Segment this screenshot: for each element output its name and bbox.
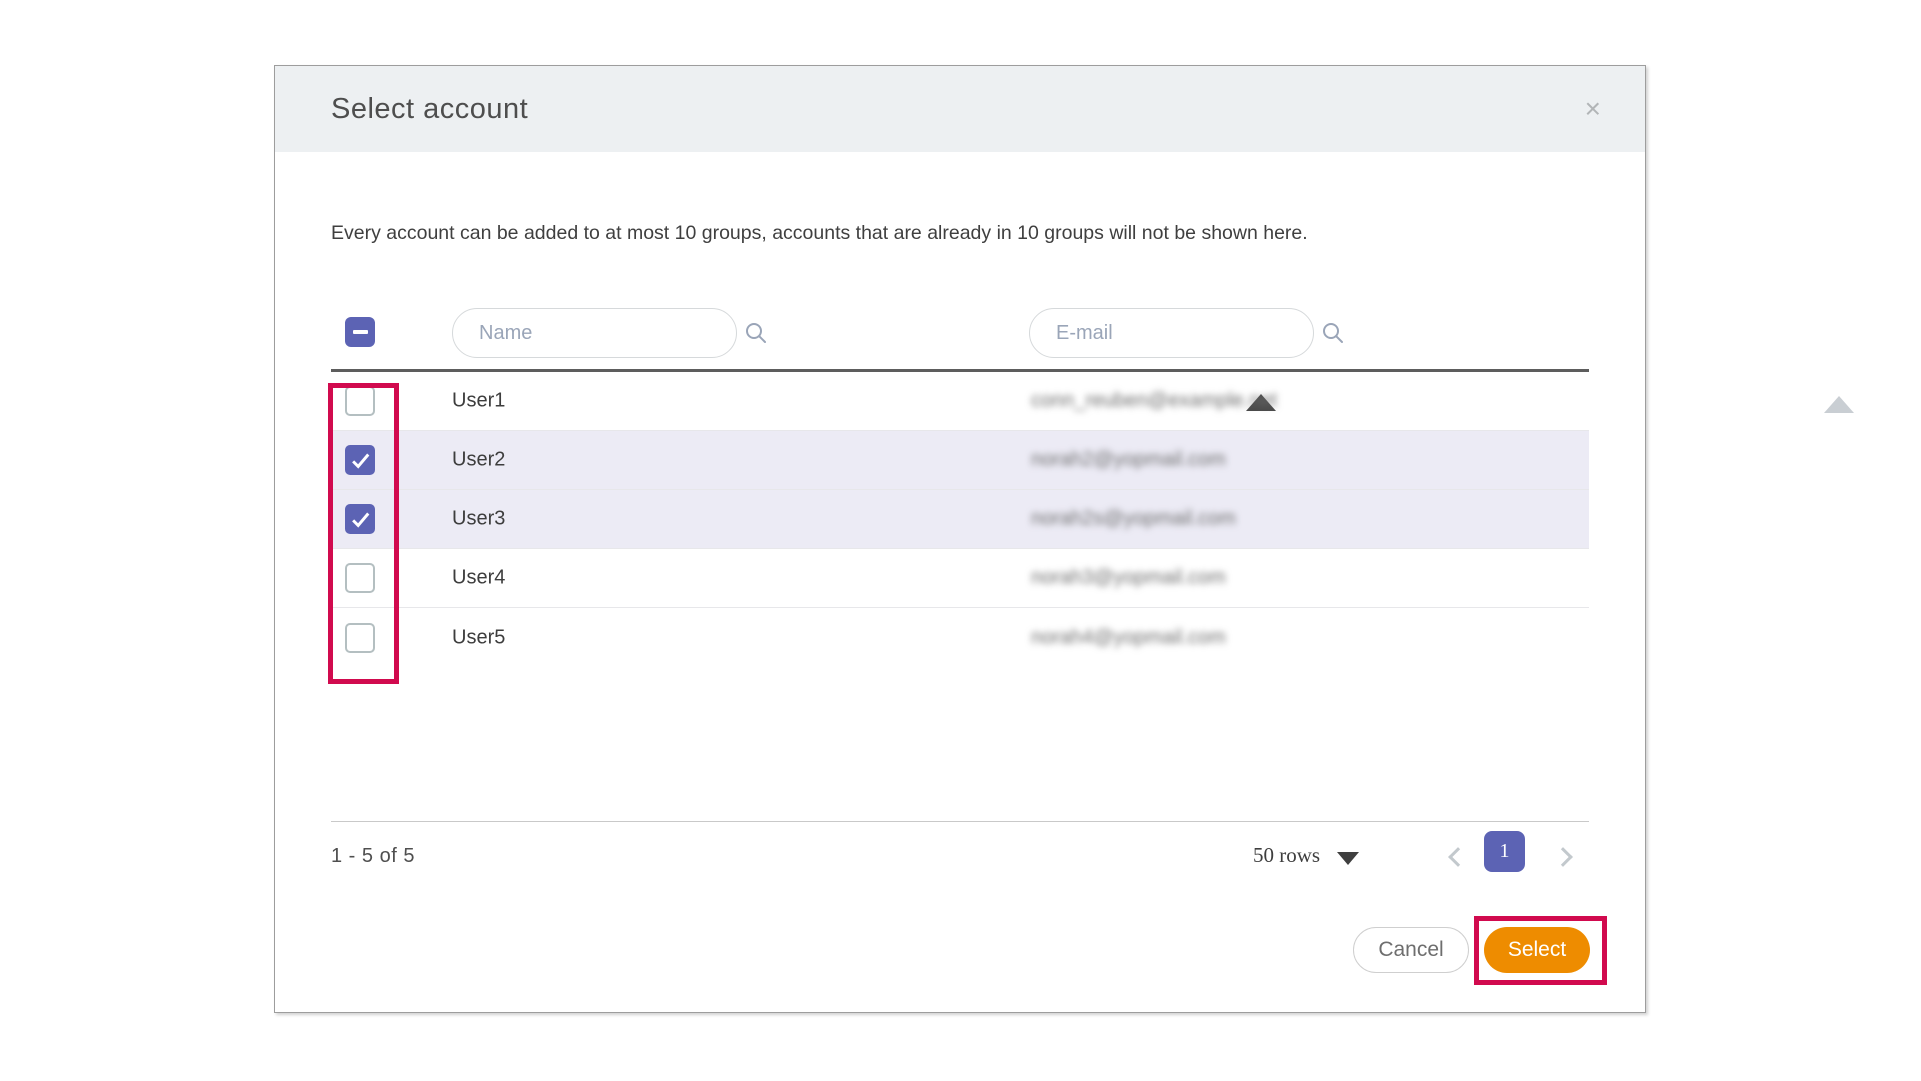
row-email: norah2s@yopmail.com xyxy=(1031,508,1236,531)
row-checkbox[interactable] xyxy=(345,623,375,653)
email-filter-input[interactable] xyxy=(1056,322,1321,345)
row-name: User4 xyxy=(452,567,505,590)
cancel-button[interactable]: Cancel xyxy=(1353,927,1469,973)
next-page-icon[interactable] xyxy=(1553,847,1573,867)
email-filter-field[interactable] xyxy=(1029,308,1314,358)
table-row[interactable]: User4 norah3@yopmail.com xyxy=(331,549,1589,608)
table-row[interactable]: User2 norah2@yopmail.com xyxy=(331,431,1589,490)
check-icon xyxy=(349,508,371,530)
row-email: norah3@yopmail.com xyxy=(1031,567,1226,590)
check-icon xyxy=(349,449,371,471)
email-sort-icon[interactable] xyxy=(1824,396,1854,413)
search-icon xyxy=(1321,321,1345,345)
select-account-dialog: Select account × Every account can be ad… xyxy=(274,65,1646,1013)
chevron-down-icon[interactable] xyxy=(1337,852,1359,865)
table-row[interactable]: User5 norah4@yopmail.com xyxy=(331,608,1589,667)
footer-divider xyxy=(331,821,1589,822)
row-name: User2 xyxy=(452,449,505,472)
select-button[interactable]: Select xyxy=(1484,927,1590,973)
indeterminate-dash-icon xyxy=(353,330,368,334)
row-checkbox[interactable] xyxy=(345,504,375,534)
row-email: norah4@yopmail.com xyxy=(1031,626,1226,649)
page-number-button[interactable]: 1 xyxy=(1484,831,1525,872)
table-row[interactable]: User3 norah2s@yopmail.com xyxy=(331,490,1589,549)
row-checkbox[interactable] xyxy=(345,563,375,593)
select-all-checkbox[interactable] xyxy=(345,317,375,347)
row-name: User5 xyxy=(452,626,505,649)
previous-page-icon[interactable] xyxy=(1448,847,1468,867)
row-name: User3 xyxy=(452,508,505,531)
rows-per-page-select[interactable]: 50 rows xyxy=(1253,843,1320,868)
table-body: User1 conn_reuben@example.net User2 nora… xyxy=(331,372,1589,667)
close-icon[interactable]: × xyxy=(1585,95,1601,123)
row-email: conn_reuben@example.net xyxy=(1031,390,1277,413)
row-checkbox[interactable] xyxy=(345,386,375,416)
row-checkbox[interactable] xyxy=(345,445,375,475)
dialog-description: Every account can be added to at most 10… xyxy=(331,222,1308,245)
name-filter-field[interactable] xyxy=(452,308,737,358)
table-row[interactable]: User1 conn_reuben@example.net xyxy=(331,372,1589,431)
search-icon xyxy=(744,321,768,345)
pagination-range-label: 1 - 5 of 5 xyxy=(331,845,415,868)
row-email: norah2@yopmail.com xyxy=(1031,449,1226,472)
name-filter-input[interactable] xyxy=(479,322,744,345)
row-name: User1 xyxy=(452,390,505,413)
dialog-title: Select account xyxy=(331,93,528,126)
dialog-header: Select account × xyxy=(275,66,1645,152)
